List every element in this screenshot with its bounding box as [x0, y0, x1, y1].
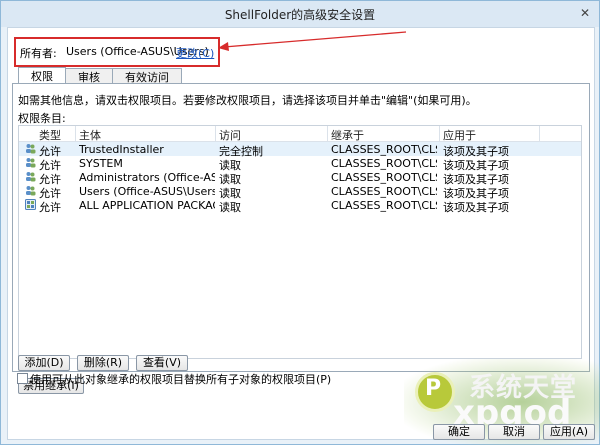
- owner-label: 所有者:: [20, 47, 57, 60]
- view-button[interactable]: 查看(V): [136, 355, 188, 371]
- cancel-button[interactable]: 取消: [488, 424, 540, 440]
- cell-inherited-from: CLASSES_ROOT\CLSID\{8...: [331, 199, 437, 212]
- cell-inherited-from: CLASSES_ROOT\CLSID\{8...: [331, 185, 437, 198]
- tab-strip: 权限 审核 有效访问: [18, 67, 182, 84]
- replace-child-permissions-checkbox[interactable]: [17, 373, 28, 384]
- user-group-icon: [26, 158, 36, 168]
- replace-child-permissions-label: 使用可从此对象继承的权限项目替换所有子对象的权限项目(P): [30, 373, 332, 386]
- cell-principal: TrustedInstaller: [79, 143, 164, 156]
- column-header-inherited-from[interactable]: 继承于: [331, 127, 364, 143]
- cell-type: 允许: [39, 201, 61, 214]
- column-header-applies-to[interactable]: 应用于: [443, 127, 476, 143]
- table-row[interactable]: 允许 TrustedInstaller 完全控制 CLASSES_ROOT\CL…: [19, 142, 581, 158]
- window-title: ShellFolder的高级安全设置: [224, 7, 376, 22]
- permission-entries-list[interactable]: 类型 主体 访问 继承于 应用于 允许 TrustedInstaller 完全控…: [18, 125, 582, 359]
- table-row[interactable]: 允许 ALL APPLICATION PACKAGES 读取 CLASSES_R…: [19, 198, 581, 214]
- cell-inherited-from: CLASSES_ROOT\CLSID\{8...: [331, 143, 437, 156]
- cell-inherited-from: CLASSES_ROOT\CLSID\{8...: [331, 171, 437, 184]
- user-group-icon: [26, 144, 36, 154]
- table-row[interactable]: 允许 Administrators (Office-ASUS\Ad... 读取 …: [19, 170, 581, 186]
- remove-button[interactable]: 删除(R): [77, 355, 129, 371]
- column-header-principal[interactable]: 主体: [79, 127, 101, 143]
- user-group-icon: [26, 186, 36, 196]
- permission-entries-label: 权限条目:: [18, 112, 66, 125]
- cell-applies-to: 该项及其子项: [443, 201, 509, 214]
- list-header: 类型 主体 访问 继承于 应用于: [19, 126, 581, 142]
- tab-auditing[interactable]: 审核: [65, 68, 113, 84]
- cell-principal: SYSTEM: [79, 157, 123, 170]
- owner-highlight-box: 所有者: Users (Office-ASUS\Users) 更改(C): [14, 37, 220, 67]
- title-bar: ShellFolder的高级安全设置 ✕: [1, 1, 599, 27]
- user-group-icon: [26, 172, 36, 182]
- column-header-access[interactable]: 访问: [219, 127, 241, 143]
- cell-principal: ALL APPLICATION PACKAGES: [79, 199, 215, 212]
- tab-effective-access[interactable]: 有效访问: [112, 68, 182, 84]
- ok-button[interactable]: 确定: [433, 424, 485, 440]
- tab-permissions[interactable]: 权限: [18, 67, 66, 84]
- security-settings-window: ShellFolder的高级安全设置 ✕ 所有者: Users (Office-…: [0, 0, 600, 445]
- cell-principal: Users (Office-ASUS\Users): [79, 185, 215, 198]
- change-owner-link[interactable]: 更改(C): [176, 45, 214, 61]
- tab-label: 权限: [31, 70, 53, 83]
- table-row[interactable]: 允许 SYSTEM 读取 CLASSES_ROOT\CLSID\{8... 该项…: [19, 156, 581, 172]
- hint-text: 如需其他信息，请双击权限项目。若要修改权限项目，请选择该项目并单击"编辑"(如果…: [18, 94, 477, 107]
- add-button[interactable]: 添加(D): [18, 355, 70, 371]
- close-icon[interactable]: ✕: [579, 7, 591, 19]
- cell-inherited-from: CLASSES_ROOT\CLSID\{8...: [331, 157, 437, 170]
- cell-access: 读取: [219, 201, 241, 214]
- apply-button[interactable]: 应用(A): [543, 424, 595, 440]
- column-header-type[interactable]: 类型: [39, 127, 61, 143]
- watermark-p-letter: P: [425, 376, 442, 401]
- app-packages-icon: [25, 199, 36, 210]
- table-row[interactable]: 允许 Users (Office-ASUS\Users) 读取 CLASSES_…: [19, 184, 581, 200]
- annotation-arrow-icon: [218, 31, 407, 51]
- cell-principal: Administrators (Office-ASUS\Ad...: [79, 171, 215, 184]
